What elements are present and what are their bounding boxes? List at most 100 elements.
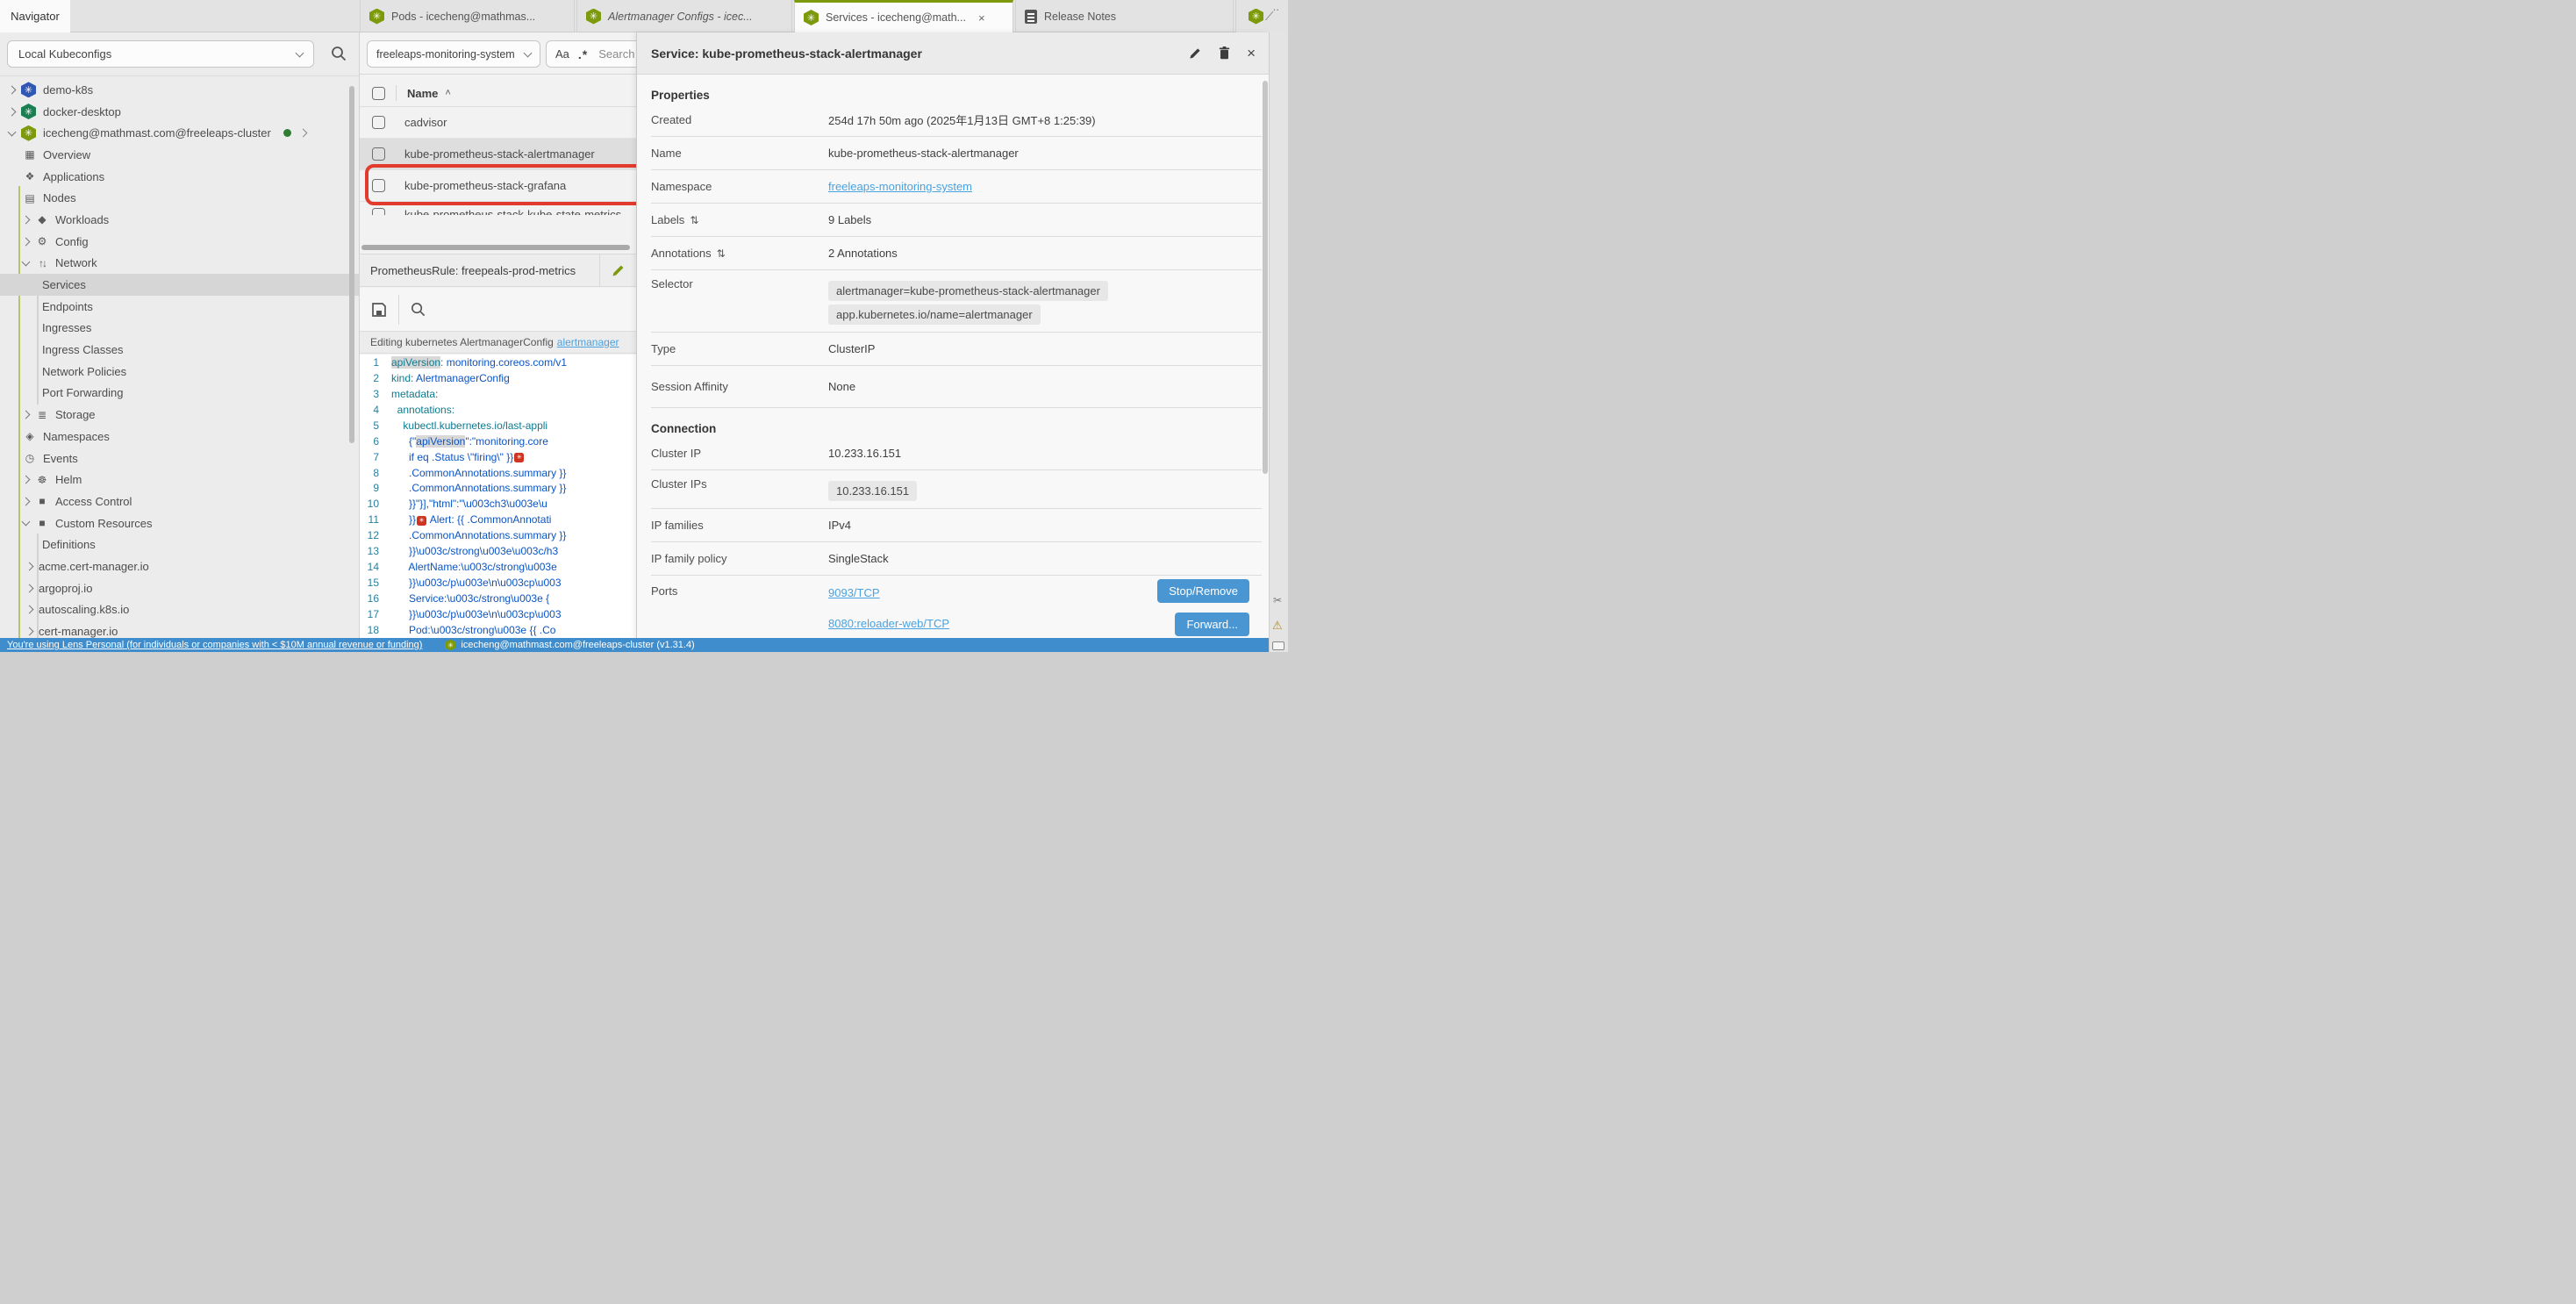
code-text: }}\u003c/p\u003e\n\u003cp\u003 [391, 608, 562, 620]
navigator-search-icon[interactable] [330, 45, 347, 62]
line-number: 6 [360, 435, 391, 448]
regex-icon[interactable]: .* [578, 47, 588, 61]
sidebar-item-network[interactable]: ↑↓Network [0, 253, 360, 275]
sidebar-item-definitions[interactable]: Definitions [0, 534, 360, 555]
detail-label: Annotations⇅ [651, 247, 828, 260]
line-number: 18 [360, 624, 391, 636]
sidebar-item-autoscaling-k8s-io[interactable]: autoscaling.k8s.io [0, 599, 360, 621]
edit-icon[interactable] [611, 263, 626, 278]
row-checkbox[interactable] [372, 116, 385, 129]
nodes-icon: ▤ [23, 192, 37, 204]
sidebar-item-network-policies[interactable]: Network Policies [0, 361, 360, 383]
kubeconfig-select[interactable]: Local Kubeconfigs [7, 40, 314, 68]
sidebar-item-demo-k8s[interactable]: ✳demo-k8s [0, 79, 360, 101]
sidebar-item-acme-cert-manager-io[interactable]: acme.cert-manager.io [0, 555, 360, 577]
detail-row-ip-family-policy: IP family policySingleStack [651, 542, 1262, 576]
code-text: apiVersion: monitoring.coreos.com/v1 [391, 356, 567, 369]
service-name-cell: kube-prometheus-stack-kube-state-metrics [404, 208, 621, 215]
sidebar-scrollbar[interactable] [349, 86, 354, 443]
table-row[interactable]: cadvisor [360, 107, 636, 139]
sidebar-item-namespaces[interactable]: ◈Namespaces [0, 426, 360, 448]
chevron-right-icon [22, 476, 31, 484]
sidebar-item-label: Network [55, 256, 97, 269]
dock-tab[interactable]: PrometheusRule: freepeals-prod-metrics [360, 254, 636, 287]
details-header: Service: kube-prometheus-stack-alertmana… [637, 32, 1269, 75]
line-number: 13 [360, 545, 391, 557]
row-checkbox[interactable] [372, 147, 385, 161]
sidebar-item-port-forwarding[interactable]: Port Forwarding [0, 383, 360, 405]
port-link[interactable]: 9093/TCP [828, 586, 949, 599]
details-scrollbar[interactable] [1263, 81, 1268, 474]
editor-search-icon[interactable] [410, 301, 426, 318]
sidebar-item-ingresses[interactable]: Ingresses [0, 318, 360, 340]
sidebar-item-icecheng-mathmast-com-freeleaps-cluster[interactable]: ✳icecheng@mathmast.com@freeleaps-cluster [0, 122, 360, 144]
sort-icon[interactable]: ⇅ [717, 247, 726, 260]
sidebar-item-overview[interactable]: ▦Overview [0, 144, 360, 166]
stop-remove-button[interactable]: Stop/Remove [1157, 579, 1249, 603]
delete-icon[interactable] [1218, 46, 1231, 61]
sidebar-item-cert-manager-io[interactable]: cert-manager.io [0, 620, 360, 639]
detail-row-namespace: Namespacefreeleaps-monitoring-system [651, 170, 1262, 204]
code-text: AlertName:\u003c/strong\u003e [391, 561, 557, 573]
namespace-select[interactable]: freeleaps-monitoring-system [367, 40, 540, 68]
license-banner-link[interactable]: You're using Lens Personal (for individu… [7, 640, 422, 650]
tab-alertmanager-configs-ice[interactable]: ✳Alertmanager Configs - icec... [576, 0, 792, 32]
column-name[interactable]: Name [407, 87, 438, 100]
sidebar-item-label: Helm [55, 473, 82, 486]
chip-list: alertmanager=kube-prometheus-stack-alert… [828, 277, 1108, 328]
editing-banner: Editing kubernetes AlertmanagerConfig al… [360, 331, 636, 354]
row-checkbox[interactable] [372, 179, 385, 192]
sidebar-item-label: Network Policies [42, 365, 126, 378]
forward-button[interactable]: Forward... [1175, 613, 1249, 636]
sidebar-item-storage[interactable]: ≣Storage [0, 404, 360, 426]
sort-icon[interactable]: ⇅ [690, 214, 698, 226]
tab-close-icon[interactable]: × [978, 11, 985, 25]
chevron-right-icon [25, 562, 34, 571]
sidebar-item-nodes[interactable]: ▤Nodes [0, 187, 360, 209]
save-icon[interactable] [370, 301, 388, 319]
tab-release-notes[interactable]: Release Notes [1015, 0, 1234, 32]
sidebar-item-argoproj-io[interactable]: argoproj.io [0, 577, 360, 599]
sidebar-item-endpoints[interactable]: Endpoints [0, 296, 360, 318]
truncated-tab-text: ⁄ [1269, 9, 1271, 24]
sidebar-item-services[interactable]: Services [0, 274, 360, 296]
alarm-emoji: ✳ [514, 453, 524, 462]
chevron-right-icon [25, 627, 34, 636]
sidebar-item-label: Workloads [55, 213, 109, 226]
active-cluster-label[interactable]: icecheng@mathmast.com@freeleaps-cluster … [461, 640, 694, 650]
sidebar-item-label: autoscaling.k8s.io [39, 603, 129, 616]
sidebar-item-workloads[interactable]: ◆Workloads [0, 209, 360, 231]
sidebar-item-custom-resources[interactable]: ■Custom Resources [0, 512, 360, 534]
close-icon[interactable]: × [1247, 45, 1256, 62]
code-text: }}\u003c/strong\u003e\u003c/h3 [391, 545, 558, 557]
sidebar-item-applications[interactable]: ❖Applications [0, 166, 360, 188]
table-row[interactable]: kube-prometheus-stack-kube-state-metrics [360, 202, 636, 215]
sidebar-item-docker-desktop[interactable]: ✳docker-desktop [0, 101, 360, 123]
tab-pods-icecheng-mathmas-[interactable]: ✳Pods - icecheng@mathmas... [360, 0, 575, 32]
yaml-editor[interactable]: 1apiVersion: monitoring.coreos.com/v12ki… [360, 355, 636, 652]
overview-icon: ▦ [23, 148, 37, 161]
sidebar-item-ingress-classes[interactable]: Ingress Classes [0, 339, 360, 361]
table-row[interactable]: kube-prometheus-stack-grafana [360, 170, 636, 202]
sidebar-item-events[interactable]: ◷Events [0, 448, 360, 469]
table-horizontal-scrollbar[interactable] [361, 245, 630, 250]
match-case-icon[interactable]: Aa [555, 47, 569, 61]
sidebar-item-helm[interactable]: ☸Helm [0, 469, 360, 491]
search-input[interactable] [597, 47, 636, 61]
navigator-tab-label: Navigator [11, 10, 60, 23]
detail-value-link[interactable]: freeleaps-monitoring-system [828, 180, 972, 193]
editing-object-link[interactable]: alertmanager [557, 336, 619, 348]
edit-icon[interactable] [1188, 47, 1202, 61]
sidebar-item-access-control[interactable]: ■Access Control [0, 491, 360, 512]
detail-label: Session Affinity [651, 380, 828, 393]
navigator-tab[interactable]: Navigator [0, 0, 70, 32]
table-row[interactable]: kube-prometheus-stack-alertmanager [360, 139, 636, 170]
select-all-checkbox[interactable] [372, 87, 385, 100]
document-icon [1025, 10, 1037, 24]
chevron-right-icon [25, 605, 34, 614]
chevron-down-icon [22, 257, 31, 266]
tab-services-icecheng-math-[interactable]: ✳Services - icecheng@math...× [794, 0, 1013, 32]
row-checkbox[interactable] [372, 208, 385, 215]
port-link[interactable]: 8080:reloader-web/TCP [828, 617, 949, 630]
sidebar-item-config[interactable]: ⚙Config [0, 231, 360, 253]
